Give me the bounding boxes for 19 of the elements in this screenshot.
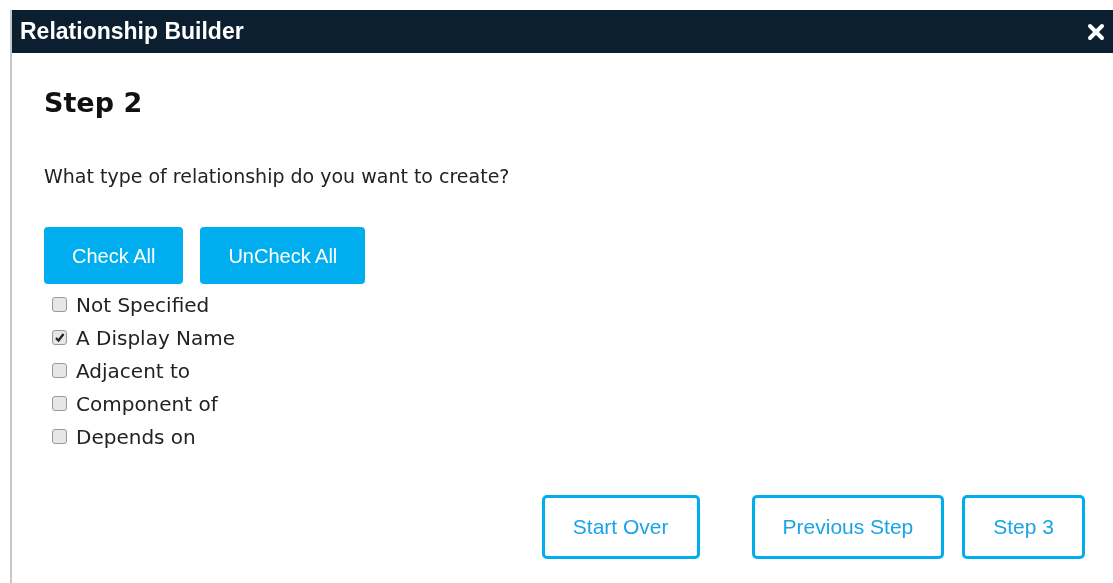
bulk-select-button[interactable]: Check All xyxy=(44,227,184,284)
step-nav-button[interactable]: Previous Step xyxy=(751,495,945,559)
checkbox[interactable] xyxy=(52,363,67,378)
option-label: A Display Name xyxy=(76,324,236,352)
step-nav-button[interactable]: Step 3 xyxy=(962,495,1085,559)
step-heading: Step 2 xyxy=(44,86,144,120)
close-icon[interactable] xyxy=(1087,22,1105,41)
option-label: Component of xyxy=(76,390,218,418)
step-nav-button[interactable]: Start Over xyxy=(541,495,700,559)
option-label: Depends on xyxy=(76,423,196,451)
question-text: What type of relationship do you want to create? xyxy=(44,163,511,189)
bulk-select-button[interactable]: UnCheck All xyxy=(200,227,366,284)
checkbox[interactable] xyxy=(52,297,67,312)
window-title: Relationship Builder xyxy=(20,17,244,47)
checkbox[interactable] xyxy=(52,330,67,345)
option-label: Not Specified xyxy=(76,291,210,319)
option-label: Adjacent to xyxy=(76,357,191,385)
checkbox[interactable] xyxy=(52,429,67,444)
checkbox[interactable] xyxy=(52,396,67,411)
